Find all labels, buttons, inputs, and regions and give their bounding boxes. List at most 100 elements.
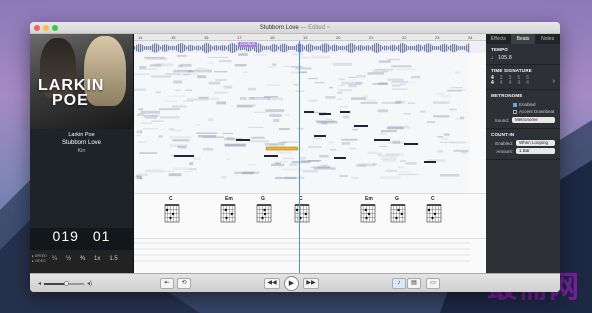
bar-counter: 019 xyxy=(52,228,79,244)
tab-notes[interactable]: Notes xyxy=(535,34,560,44)
count-in-section: COUNT-IN Enabled: When Looping Amount: 1… xyxy=(486,129,560,160)
inspector-panel: Effects Beats Notes TEMPO ♩ 105.8 TIME SIG… xyxy=(486,34,560,273)
chord-name: C xyxy=(169,196,173,202)
ruler-tick-label: 21 xyxy=(369,35,374,40)
ruler-tick-label: 15 xyxy=(171,35,176,40)
metronome-icon: ♩ xyxy=(491,55,497,61)
chord-diagram[interactable] xyxy=(220,204,236,224)
time-signature-heading: TIME SIGNATURE xyxy=(491,68,532,73)
count-in-enabled-row: Enabled: When Looping xyxy=(491,140,555,146)
chord-diagram[interactable] xyxy=(360,204,376,224)
count-in-amount-row: Amount: 1 Bar xyxy=(491,148,555,154)
chevron-right-icon[interactable]: › xyxy=(553,78,555,85)
chord-diagrams: C Em G C Em G C xyxy=(134,193,486,238)
svg-text:C2: C2 xyxy=(137,175,143,180)
chord-name: G xyxy=(395,196,399,202)
play-button[interactable]: ▶ xyxy=(284,276,299,291)
song-title-text: Stubborn Love xyxy=(259,25,299,31)
album-cover: LARKIN POE xyxy=(30,34,133,129)
fast-forward-button[interactable]: ▶▶ xyxy=(303,278,319,289)
chord-name: Em xyxy=(225,196,233,202)
time-signature-option[interactable]: 44 xyxy=(491,76,494,86)
count-in-heading: COUNT-IN xyxy=(491,132,515,137)
fullscreen-button[interactable]: ▭ xyxy=(426,278,440,289)
speed-option[interactable]: ½ xyxy=(66,256,71,262)
time-signature-option[interactable]: 54 xyxy=(517,76,520,86)
edited-indicator[interactable]: — Edited ~ xyxy=(300,25,330,31)
sound-row: Sound: Metronome xyxy=(491,117,555,123)
chord-diagram[interactable] xyxy=(164,204,180,224)
title-bar: Stubborn Love — Edited ~ xyxy=(30,22,560,34)
chorus-marker[interactable]: CHORUS xyxy=(238,42,258,47)
sound-label: Sound: xyxy=(494,117,509,123)
time-signature-options: 4 4 2 4 3 4 5 4 6 4 › xyxy=(491,76,555,86)
sound-select[interactable]: Metronome xyxy=(512,117,555,123)
ruler-tick-label: 22 xyxy=(402,35,407,40)
cover-band-line2: POE xyxy=(52,92,89,109)
loop-start-button[interactable]: ⇤ xyxy=(160,278,174,289)
spectrum-piano-roll[interactable]: C4 C2 xyxy=(134,53,470,193)
volume-low-icon: ◂ xyxy=(38,281,42,287)
guitar-view-button[interactable]: ♪ xyxy=(392,278,406,289)
album-name: Kin xyxy=(77,148,86,154)
tab-effects[interactable]: Effects xyxy=(486,34,511,44)
workspace: 14 15 16 17 18 19 20 21 22 23 24 CHORUS xyxy=(133,34,486,273)
speed-option[interactable]: 1.5 xyxy=(109,256,117,262)
window-title: Stubborn Love — Edited ~ xyxy=(30,25,560,31)
chord-diagram[interactable] xyxy=(294,204,310,224)
tempo-number[interactable]: 105.8 xyxy=(498,55,512,61)
position-counter: 019 01 xyxy=(30,228,133,250)
tablature: 0332203003 xyxy=(134,238,486,273)
ruler-tick-label: 20 xyxy=(336,35,341,40)
chord-diagram[interactable] xyxy=(390,204,406,224)
playhead[interactable] xyxy=(299,41,300,273)
chord-name: G xyxy=(261,196,265,202)
ruler-tick-label: 17 xyxy=(237,35,242,40)
speed-option[interactable]: ¾ xyxy=(80,256,85,262)
metronome-heading: METRONOME xyxy=(491,93,523,98)
cover-band-line1: LARKIN xyxy=(38,77,105,94)
ruler-tick-label: 14 xyxy=(138,35,143,40)
rewind-button[interactable]: ◀◀ xyxy=(264,278,280,289)
tempo-value[interactable]: ♩ 105.8 xyxy=(491,55,555,61)
video-label[interactable]: ▸ VIDEO xyxy=(32,259,47,264)
ruler-tick-label: 24 xyxy=(468,35,473,40)
enabled-label: Enabled xyxy=(519,102,536,107)
speed-option[interactable]: ¼ xyxy=(52,256,57,262)
repeat-button[interactable]: ⟲ xyxy=(177,278,191,289)
piano-view-button[interactable]: ▤ xyxy=(407,278,421,289)
chord-name: C xyxy=(431,196,435,202)
ruler-tick-label: 23 xyxy=(435,35,440,40)
speed-labels: ▸ SPEED ▸ VIDEO xyxy=(32,254,47,264)
beat-counter: 01 xyxy=(92,228,111,244)
timeline-ruler[interactable]: 14 15 16 17 18 19 20 21 22 23 24 xyxy=(134,34,486,41)
chord-diagram[interactable] xyxy=(426,204,442,224)
count-in-enabled-select[interactable]: When Looping xyxy=(516,140,555,146)
artist-name: Larkin Poe xyxy=(68,132,95,138)
selected-note[interactable] xyxy=(265,146,299,151)
volume-control: ◂ ◂) xyxy=(38,280,92,287)
accent-downbeat-checkbox[interactable]: Accent Downbeat xyxy=(491,108,555,115)
metronome-enabled-checkbox[interactable]: Enabled xyxy=(491,101,555,108)
inspector-tabs: Effects Beats Notes xyxy=(486,34,560,44)
volume-slider[interactable] xyxy=(44,280,85,286)
tab-staff-lines xyxy=(134,242,470,262)
song-name: Stubborn Love xyxy=(61,140,102,146)
time-signature-option[interactable]: 64 xyxy=(526,76,529,86)
tab-beats[interactable]: Beats xyxy=(510,34,536,44)
ruler-tick-label: 19 xyxy=(303,35,308,40)
time-signature-section: TIME SIGNATURE 4 4 2 4 3 4 5 4 6 4 › xyxy=(486,65,560,90)
tempo-heading: TEMPO xyxy=(491,47,509,52)
time-signature-option[interactable]: 24 xyxy=(500,76,503,86)
count-in-enabled-label: Enabled: xyxy=(495,140,513,146)
amount-select[interactable]: 1 Bar xyxy=(516,148,555,154)
waveform-overview[interactable]: CHORUS xyxy=(134,41,486,53)
checkbox-unchecked-icon xyxy=(513,109,517,114)
speed-control: ▸ SPEED ▸ VIDEO ¼ ½ ¾ 1x 1.5 xyxy=(30,252,133,270)
chord-name: Em xyxy=(365,196,373,202)
accent-label: Accent Downbeat xyxy=(519,109,555,114)
speed-option[interactable]: 1x xyxy=(94,256,100,262)
checkbox-checked-icon xyxy=(513,102,517,107)
chord-diagram[interactable] xyxy=(256,204,272,224)
time-signature-option[interactable]: 34 xyxy=(509,76,512,86)
